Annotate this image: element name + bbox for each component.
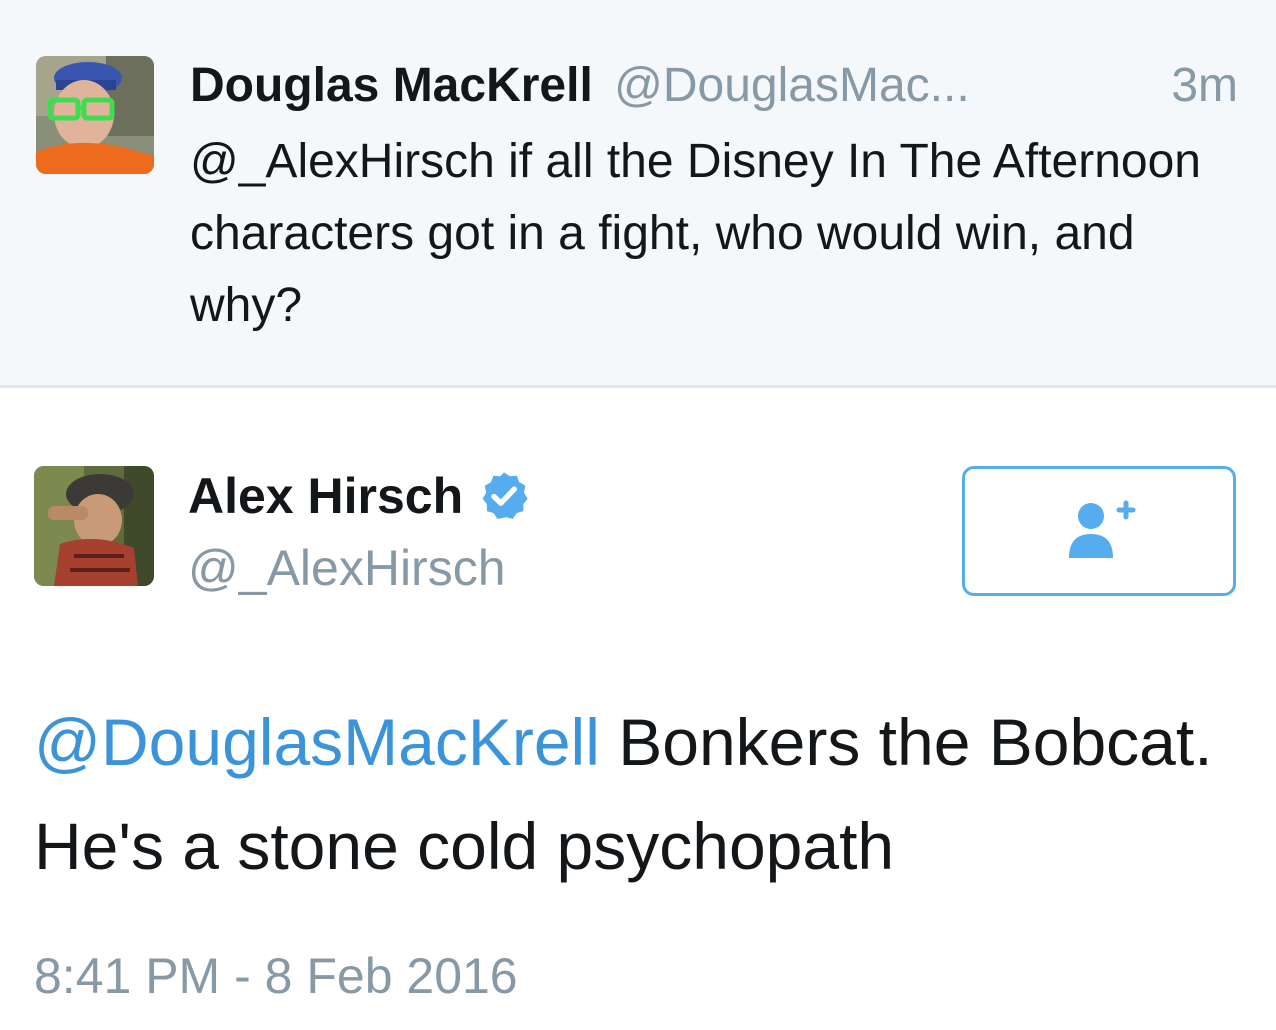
main-author-handle[interactable]: @_AlexHirsch [188,538,506,598]
main-author-avatar[interactable] [34,466,154,586]
parent-author-name[interactable]: Douglas MacKrell [190,59,593,112]
tweet-divider [0,385,1276,388]
parent-tweet-header: Douglas MacKrell @DouglasMac... 3m [190,58,1240,114]
main-tweet-text: @DouglasMacKrell Bonkers the Bobcat. He'… [34,690,1254,898]
main-tweet-timestamp[interactable]: 8:41 PM - 8 Feb 2016 [34,946,518,1006]
avatar-image [34,466,154,586]
parent-author-avatar[interactable] [36,56,154,174]
follow-user-plus-icon [1069,500,1136,558]
mention-link[interactable]: @DouglasMacKrell [34,705,600,779]
parent-tweet[interactable]: Douglas MacKrell @DouglasMac... 3m @_Ale… [0,0,1276,386]
parent-author-handle[interactable]: @DouglasMac... [614,59,970,112]
verified-badge-icon [482,472,528,519]
main-author-name-row: Alex Hirsch [188,466,531,526]
tweet-detail-view: Douglas MacKrell @DouglasMac... 3m @_Ale… [0,0,1276,1030]
main-author-name[interactable]: Alex Hirsch [188,466,463,526]
follow-button[interactable] [962,466,1236,596]
parent-tweet-text: @_AlexHirsch if all the Disney In The Af… [190,135,1201,332]
avatar-image [36,56,154,174]
parent-tweet-time[interactable]: 3m [1171,58,1238,114]
